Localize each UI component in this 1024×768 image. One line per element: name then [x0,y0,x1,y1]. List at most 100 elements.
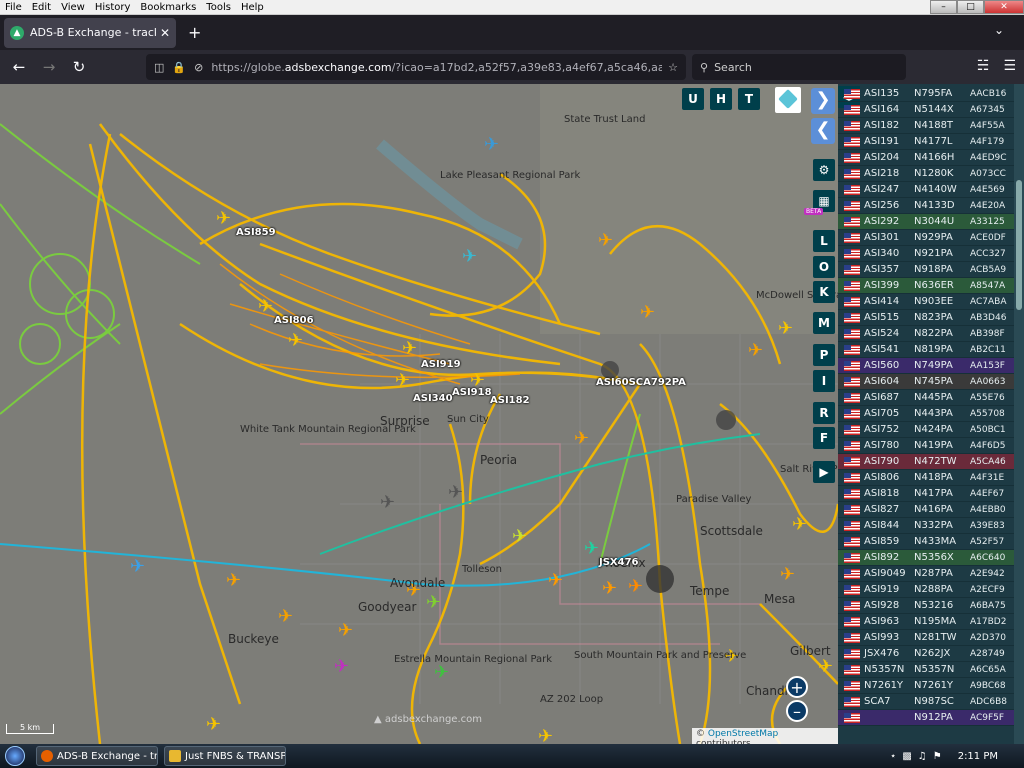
aircraft-icon[interactable]: ✈ [380,492,395,513]
aircraft-icon[interactable]: ✈ [130,556,145,577]
aircraft-icon[interactable]: ✈ [338,620,353,641]
aircraft-icon[interactable]: ✈ [598,230,613,251]
aircraft-row[interactable]: ASI827 N416PA A4EBB0 [838,502,1014,518]
aircraft-row[interactable]: ASI928 N53216 A6BA75 [838,598,1014,614]
aircraft-row[interactable]: SCA7 N987SC ADC6B8 [838,694,1014,710]
aircraft-row[interactable]: ASI9049 N287PA A2E942 [838,566,1014,582]
bookmark-star-icon[interactable]: ☆ [668,61,678,74]
aircraft-callsign-label[interactable]: ASI918 [452,387,492,398]
u-toggle-button[interactable]: U [682,88,704,110]
aircraft-callsign-label[interactable]: JSX476 [599,557,639,568]
aircraft-icon[interactable]: ✈ [780,564,795,585]
menu-edit[interactable]: Edit [27,2,56,13]
aircraft-callsign-label[interactable]: ASI919 [421,359,461,370]
aircraft-icon[interactable]: ✈ [462,246,477,267]
aircraft-callsign-label[interactable]: ASI182 [490,395,530,406]
t-toggle-button[interactable]: T [738,88,760,110]
aircraft-icon[interactable]: ✈ [288,330,303,351]
search-field[interactable]: ⚲ Search [692,54,906,80]
extensions-icon[interactable]: ☵ [977,58,990,74]
toggle-i-button[interactable]: I [813,370,835,392]
toggle-r-button[interactable]: R [813,402,835,424]
replay-button[interactable]: ▶ [813,461,835,483]
flag-icon[interactable]: ⚑ [933,751,942,762]
aircraft-callsign-label[interactable]: ASI806 [274,315,314,326]
osm-link[interactable]: OpenStreetMap [708,729,778,739]
aircraft-icon[interactable]: ✈ [434,662,449,683]
taskbar-item-explorer[interactable]: Just FNBS & TRANSP... [164,746,286,766]
aircraft-row[interactable]: ASI859 N433MA A52F57 [838,534,1014,550]
aircraft-icon[interactable]: ✈ [426,592,441,613]
aircraft-row[interactable]: ASI705 N443PA A55708 [838,406,1014,422]
minimize-button[interactable]: – [930,0,957,14]
list-tabs-icon[interactable]: ⌄ [994,23,1004,37]
menu-tools[interactable]: Tools [201,2,236,13]
menu-history[interactable]: History [90,2,136,13]
aircraft-icon[interactable]: ✈ [818,656,833,677]
permissions-icon[interactable]: ⊘ [194,61,203,74]
app-menu-icon[interactable]: ☰ [1003,58,1016,74]
aircraft-row[interactable]: ASI515 N823PA AB3D46 [838,310,1014,326]
aircraft-icon[interactable]: ✈ [748,340,763,361]
toggle-k-button[interactable]: K [813,281,835,303]
browser-tab[interactable]: ▲ ADS-B Exchange - track aircraft ✕ [4,17,176,48]
map-view[interactable]: ✈ ✈ ✈ ✈ ✈ ✈ ✈ ✈ ✈ ✈ ✈ ✈ ✈ ✈ ✈ ✈ ✈ ✈ ✈ ✈ … [0,84,838,744]
aircraft-row[interactable]: ASI164 N5144X A67345 [838,102,1014,118]
aircraft-icon[interactable]: ✈ [258,296,273,317]
toggle-o-button[interactable]: O [813,256,835,278]
toggle-p-button[interactable]: P [813,344,835,366]
aircraft-row[interactable]: ASI752 N424PA A50BC1 [838,422,1014,438]
aircraft-row[interactable]: ASI357 N918PA ACB5A9 [838,262,1014,278]
expand-panel-button[interactable]: ❯ [811,88,835,114]
new-tab-button[interactable]: + [188,23,201,42]
aircraft-row[interactable]: ASI844 N332PA A39E83 [838,518,1014,534]
aircraft-icon[interactable]: ✈ [548,570,563,591]
taskbar-item-firefox[interactable]: ADS-B Exchange - tr... [36,746,158,766]
zoom-in-button[interactable]: + [786,676,808,698]
aircraft-row[interactable]: N5357N N5357N A6C65A [838,662,1014,678]
lock-icon[interactable]: 🔒 [172,61,186,74]
toggle-m-button[interactable]: M [813,312,835,334]
aircraft-icon[interactable]: ✈ [402,338,417,359]
menu-file[interactable]: File [0,2,27,13]
forward-button[interactable]: → [34,58,64,76]
aircraft-row[interactable]: ASI204 N4166H A4ED9C [838,150,1014,166]
settings-button[interactable]: ⚙ [813,159,835,181]
aircraft-row[interactable]: ASI191 N4177L A4F179 [838,134,1014,150]
reload-button[interactable]: ↻ [64,58,94,76]
aircraft-row[interactable]: ASI560 N749PA AA153F [838,358,1014,374]
back-button[interactable]: ← [4,58,34,76]
aircraft-row[interactable]: ASI399 N636ER A8547A [838,278,1014,294]
aircraft-icon[interactable]: ✈ [226,570,241,591]
aircraft-row[interactable]: ASI919 N288PA A2ECF9 [838,582,1014,598]
aircraft-row[interactable]: ASI892 N5356X A6C640 [838,550,1014,566]
aircraft-row[interactable]: ASI790 N472TW A5CA46 [838,454,1014,470]
scrollbar-thumb[interactable] [1016,180,1022,310]
aircraft-row[interactable]: ASI963 N195MA A17BD2 [838,614,1014,630]
aircraft-icon[interactable]: ✈ [448,482,463,503]
aircraft-icon[interactable]: ✈ [334,656,349,677]
aircraft-row[interactable]: ASI806 N418PA A4F31E [838,470,1014,486]
toggle-l-button[interactable]: L [813,230,835,252]
aircraft-icon[interactable]: ✈ [640,302,655,323]
aircraft-icon[interactable]: ✈ [206,714,221,735]
aircraft-row[interactable]: ASI340 N921PA ACC327 [838,246,1014,262]
zoom-out-button[interactable]: – [786,700,808,722]
aircraft-callsign-label[interactable]: ASI60SCA792PA [596,377,686,388]
aircraft-row[interactable]: ASI524 N822PA AB398F [838,326,1014,342]
aircraft-row[interactable]: ASI247 N4140W A4E569 [838,182,1014,198]
aircraft-row[interactable]: ASI780 N419PA A4F6D5 [838,438,1014,454]
aircraft-callsign-label[interactable]: ASI859 [236,227,276,238]
aircraft-row[interactable]: ASI301 N929PA ACE0DF [838,230,1014,246]
aircraft-icon[interactable]: ✈ [792,514,807,535]
aircraft-row[interactable]: ASI135 N795FA AACB16 [838,86,1014,102]
clock[interactable]: 2:11 PM [958,751,998,762]
aircraft-row[interactable]: ASI541 N819PA AB2C11 [838,342,1014,358]
layers-button[interactable] [775,87,801,113]
aircraft-icon[interactable]: ✈ [278,606,293,627]
collapse-panel-button[interactable]: ❮ [811,118,835,144]
network-icon[interactable]: ▩ [902,751,911,762]
aircraft-icon[interactable]: ✈ [216,208,231,229]
aircraft-icon[interactable]: ✈ [512,526,527,547]
volume-icon[interactable]: ♫ [918,751,927,762]
